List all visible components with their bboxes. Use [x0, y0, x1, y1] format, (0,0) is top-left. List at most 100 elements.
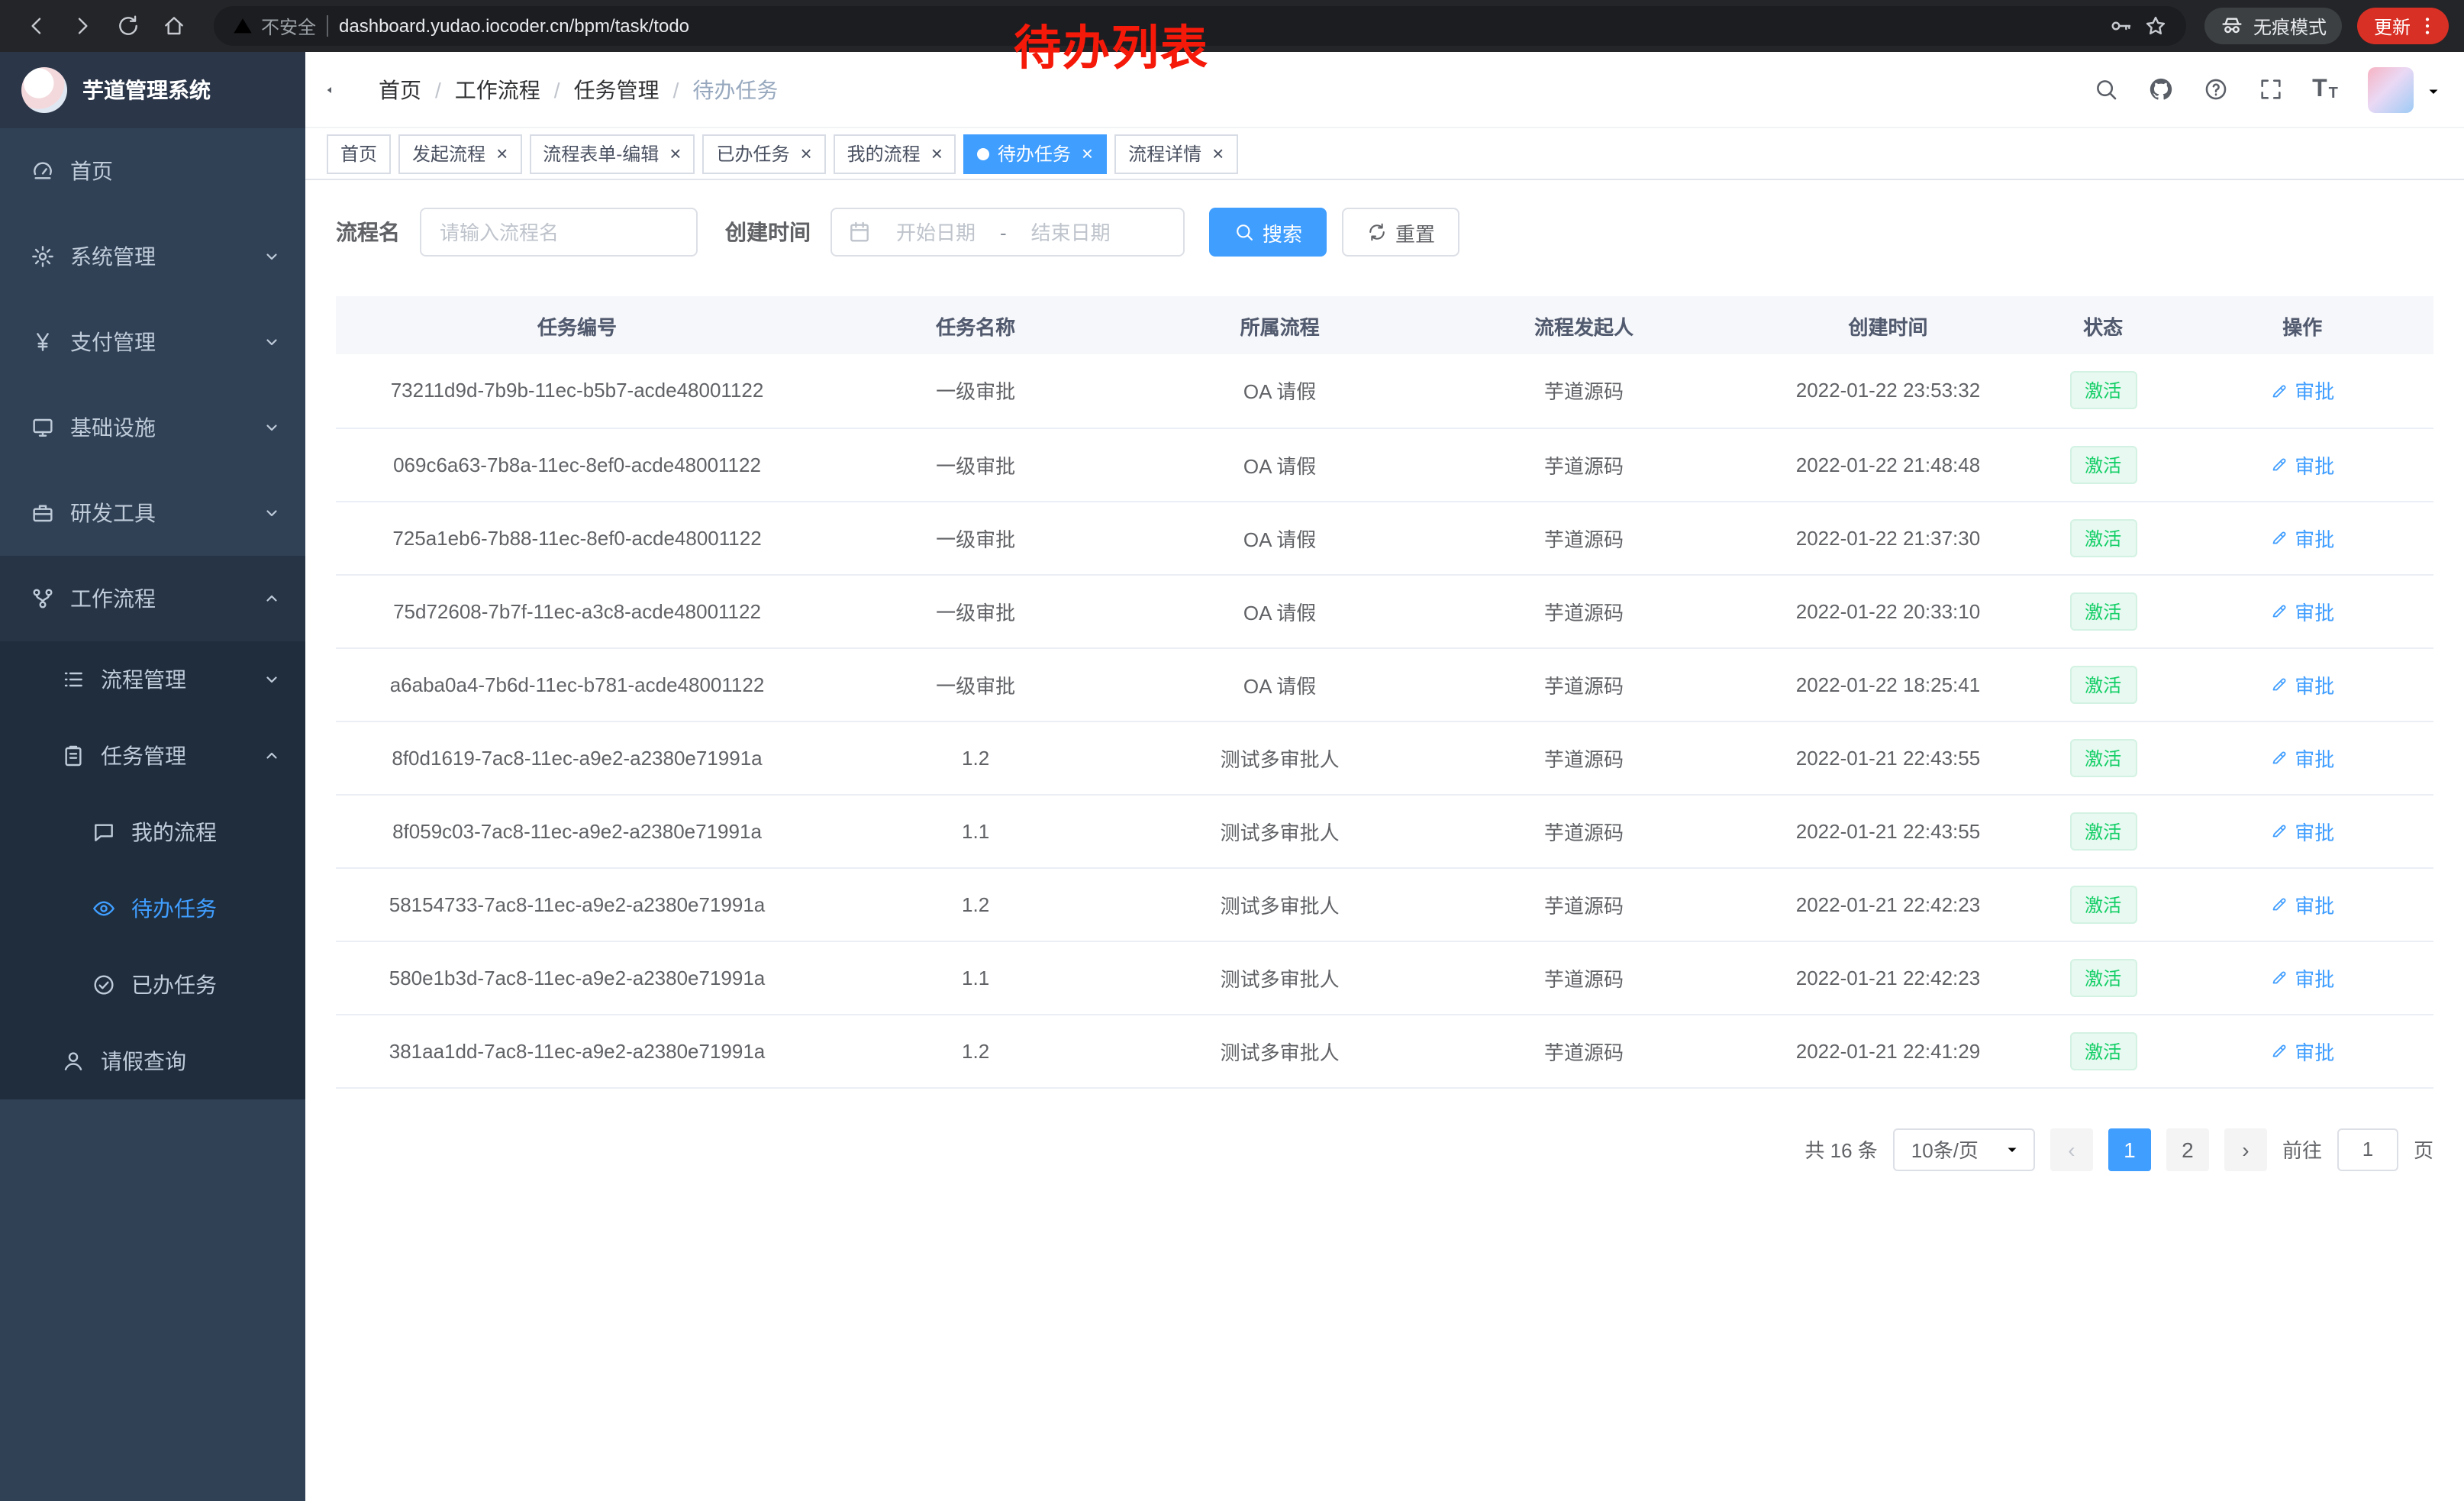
cell-create-time: 2022-01-21 22:43:55 — [1741, 721, 2035, 794]
tab-item-4[interactable]: 我的流程× — [834, 134, 956, 173]
approve-link[interactable]: 审批 — [2270, 596, 2334, 625]
sidebar-item-system-mgmt[interactable]: 系统管理 — [0, 214, 305, 299]
approve-link[interactable]: 审批 — [2270, 889, 2334, 918]
sidebar-item-task-mgmt[interactable]: 任务管理 — [0, 718, 305, 794]
page-button-2[interactable]: 2 — [2166, 1128, 2209, 1170]
breadcrumb-separator: / — [435, 77, 441, 102]
sidebar-item-infrastructure[interactable]: 基础设施 — [0, 385, 305, 470]
page-size-select[interactable]: 10条/页 — [1893, 1128, 2035, 1170]
search-button[interactable]: 搜索 — [1209, 208, 1327, 257]
tab-close-icon[interactable]: × — [931, 144, 943, 163]
tab-close-icon[interactable]: × — [1212, 144, 1224, 163]
url-text[interactable]: dashboard.yudao.iocoder.cn/bpm/task/todo — [339, 15, 2098, 37]
next-page-button[interactable]: › — [2224, 1128, 2267, 1170]
cell-task-name: 1.2 — [818, 721, 1133, 794]
browser-home-button[interactable] — [153, 5, 195, 47]
sidebar-item-todo-tasks[interactable]: 待办任务 — [0, 870, 305, 947]
prev-page-button[interactable]: ‹ — [2050, 1128, 2093, 1170]
tab-close-icon[interactable]: × — [1082, 144, 1093, 163]
approve-link[interactable]: 审批 — [2270, 376, 2334, 405]
sidebar-item-home[interactable]: 首页 — [0, 128, 305, 214]
kebab-menu-icon[interactable] — [2415, 14, 2440, 38]
filter-bar: 流程名 创建时间 - 搜索 重置 — [336, 208, 2433, 257]
github-link[interactable] — [2136, 65, 2185, 114]
approve-label: 审批 — [2295, 743, 2334, 772]
cell-action: 审批 — [2171, 428, 2433, 501]
cell-status: 激活 — [2035, 647, 2172, 721]
tab-item-6[interactable]: 流程详情× — [1114, 134, 1237, 173]
sidebar-item-my-process[interactable]: 我的流程 — [0, 794, 305, 870]
approve-link[interactable]: 审批 — [2270, 816, 2334, 845]
goto-page-input[interactable] — [2337, 1128, 2398, 1170]
breadcrumb-item[interactable]: 工作流程 — [455, 74, 540, 105]
sidebar-item-workflow[interactable]: 工作流程 — [0, 556, 305, 641]
tab-item-3[interactable]: 已办任务 × — [702, 134, 825, 173]
cell-process-starter: 芋道源码 — [1427, 647, 1741, 721]
browser-back-button[interactable] — [15, 5, 58, 47]
tab-close-icon[interactable]: × — [800, 144, 811, 163]
end-date-input[interactable] — [1014, 221, 1127, 244]
tab-item-2[interactable]: 流程表单-编辑× — [529, 134, 695, 173]
user-avatar[interactable] — [2368, 66, 2414, 112]
cell-task-name: 一级审批 — [818, 574, 1133, 647]
pagination-total: 共 16 条 — [1804, 1135, 1877, 1164]
sidebar-item-process-mgmt[interactable]: 流程管理 — [0, 641, 305, 718]
fullscreen-button[interactable] — [2246, 65, 2295, 114]
back-arrow-icon — [24, 14, 49, 38]
approve-link[interactable]: 审批 — [2270, 1036, 2334, 1065]
cell-task-id: 75d72608-7b7f-11ec-a3c8-acde48001122 — [336, 574, 818, 647]
password-key-icon[interactable] — [2108, 14, 2133, 38]
app-navbar: 首页 / 工作流程 / 任务管理 / 待办任务 T T — [305, 52, 2464, 128]
browser-update-button[interactable]: 更新 — [2357, 8, 2449, 44]
chevron-down-icon — [263, 333, 281, 351]
col-task-name: 任务名称 — [818, 296, 1133, 354]
tab-close-icon[interactable]: × — [496, 144, 508, 163]
breadcrumb-item[interactable]: 任务管理 — [574, 74, 660, 105]
app-window: 芋道管理系统 首页 系统管理 支付管理 — [0, 52, 2464, 1501]
sidebar-item-payment-mgmt[interactable]: 支付管理 — [0, 299, 305, 385]
header-search-button[interactable] — [2081, 65, 2130, 114]
browser-forward-button[interactable] — [61, 5, 104, 47]
cell-status: 激活 — [2035, 428, 2172, 501]
tab-label: 已办任务 — [716, 140, 789, 166]
cell-task-name: 1.2 — [818, 867, 1133, 941]
cell-action: 审批 — [2171, 574, 2433, 647]
approve-link[interactable]: 审批 — [2270, 450, 2334, 479]
reset-button[interactable]: 重置 — [1342, 208, 1459, 257]
font-size-button[interactable]: T T — [2301, 65, 2350, 114]
approve-link[interactable]: 审批 — [2270, 670, 2334, 699]
help-button[interactable] — [2191, 65, 2240, 114]
tab-item-0[interactable]: 首页 — [327, 134, 391, 173]
approve-link[interactable]: 审批 — [2270, 743, 2334, 772]
sidebar-item-leave-query[interactable]: 请假查询 — [0, 1023, 305, 1099]
approve-link[interactable]: 审批 — [2270, 523, 2334, 552]
page-button-1[interactable]: 1 — [2108, 1128, 2151, 1170]
date-range-picker[interactable]: - — [830, 208, 1185, 257]
toolbox-icon — [31, 501, 55, 525]
bookmark-star-icon[interactable] — [2143, 14, 2168, 38]
security-indicator[interactable]: 不安全 — [232, 13, 316, 39]
cell-action: 审批 — [2171, 1014, 2433, 1087]
tab-close-icon[interactable]: × — [669, 144, 681, 163]
approve-label: 审批 — [2295, 596, 2334, 625]
avatar-chevron-down-icon[interactable] — [2424, 82, 2443, 100]
edit-icon — [2270, 748, 2288, 767]
approve-link[interactable]: 审批 — [2270, 963, 2334, 992]
task-table-header: 任务编号 任务名称 所属流程 流程发起人 创建时间 状态 操作 — [336, 296, 2433, 354]
process-name-label: 流程名 — [336, 217, 400, 247]
sidebar-toggle-button[interactable] — [305, 51, 369, 128]
omnibox-divider — [327, 15, 328, 37]
breadcrumb-item[interactable]: 首页 — [379, 74, 421, 105]
process-name-input[interactable] — [420, 208, 698, 257]
browser-reload-button[interactable] — [107, 5, 150, 47]
sidebar-item-done-tasks[interactable]: 已办任务 — [0, 947, 305, 1023]
sidebar-item-dev-tools[interactable]: 研发工具 — [0, 470, 305, 556]
tab-item-5[interactable]: 待办任务× — [964, 134, 1107, 173]
start-date-input[interactable] — [879, 221, 992, 244]
cell-create-time: 2022-01-21 22:43:55 — [1741, 794, 2035, 867]
chevron-down-icon — [263, 418, 281, 437]
cell-task-name: 一级审批 — [818, 428, 1133, 501]
cell-action: 审批 — [2171, 501, 2433, 574]
tab-item-1[interactable]: 发起流程× — [398, 134, 521, 173]
app-logo[interactable]: 芋道管理系统 — [0, 52, 305, 128]
